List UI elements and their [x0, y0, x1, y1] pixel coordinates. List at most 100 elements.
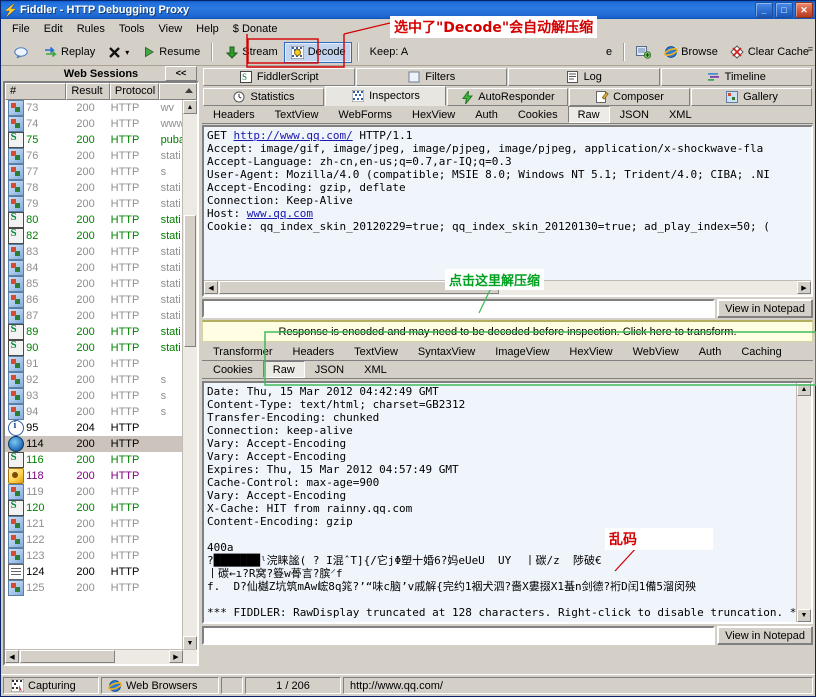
- table-row[interactable]: 85 200 HTTP stati: [5, 276, 197, 292]
- response-find-field[interactable]: [204, 628, 714, 643]
- replay-button[interactable]: Replay: [37, 42, 101, 63]
- scroll-up-icon[interactable]: ▲: [183, 100, 197, 114]
- request-find-input[interactable]: [202, 299, 716, 318]
- menu-donate[interactable]: $ Donate: [226, 21, 285, 37]
- maximize-button[interactable]: □: [775, 2, 793, 18]
- table-row[interactable]: 121 200 HTTP: [5, 516, 197, 532]
- response-tab-headers[interactable]: Headers: [283, 343, 345, 360]
- table-row[interactable]: 74 200 HTTP www: [5, 116, 197, 132]
- decode-notice-bar[interactable]: Response is encoded and may need to be d…: [202, 320, 813, 342]
- close-button[interactable]: ✕: [795, 2, 813, 18]
- request-view-in-notepad-button[interactable]: View in Notepad: [717, 299, 813, 318]
- request-tab-textview[interactable]: TextView: [265, 106, 329, 123]
- table-row[interactable]: 118 200 HTTP: [5, 468, 197, 484]
- column-header-result[interactable]: Result: [66, 83, 110, 100]
- request-find-field[interactable]: [204, 301, 714, 316]
- response-tab-xml[interactable]: XML: [354, 361, 397, 378]
- table-row[interactable]: 79 200 HTTP stati: [5, 196, 197, 212]
- menu-edit[interactable]: Edit: [37, 21, 70, 37]
- response-tab-json[interactable]: JSON: [305, 361, 354, 378]
- tab-filters[interactable]: Filters: [355, 68, 507, 86]
- response-scroll-down-icon[interactable]: ▼: [797, 609, 811, 622]
- response-tab-textview[interactable]: TextView: [344, 343, 408, 360]
- table-row[interactable]: 82200HTTPstati: [5, 227, 197, 244]
- request-tab-hexview[interactable]: HexView: [402, 106, 465, 123]
- tab-gallery[interactable]: Gallery: [691, 88, 812, 106]
- decode-button[interactable]: Decode: [283, 41, 352, 63]
- sessions-horizontal-scrollbar[interactable]: ◀ ▶: [5, 649, 197, 664]
- table-row[interactable]: 95 204 HTTP: [5, 420, 197, 436]
- response-tab-hexview[interactable]: HexView: [559, 343, 622, 360]
- request-tab-webforms[interactable]: WebForms: [328, 106, 402, 123]
- table-row[interactable]: 122 200 HTTP: [5, 532, 197, 548]
- request-h-thumb[interactable]: [219, 281, 499, 294]
- table-row[interactable]: 125 200 HTTP: [5, 580, 197, 596]
- tab-autoresponder[interactable]: AutoResponder: [447, 88, 568, 106]
- tab-log[interactable]: Log: [508, 68, 660, 86]
- table-row[interactable]: 90200HTTPstati: [5, 339, 197, 356]
- request-tab-json[interactable]: JSON: [610, 106, 659, 123]
- tab-composer[interactable]: Composer: [569, 88, 690, 106]
- table-row[interactable]: 92 200 HTTP s: [5, 372, 197, 388]
- tab-fiddlerscript[interactable]: S FiddlerScript: [203, 68, 355, 86]
- table-row[interactable]: 94 200 HTTP s: [5, 404, 197, 420]
- response-tab-transformer[interactable]: Transformer: [203, 343, 283, 360]
- tab-statistics[interactable]: Statistics: [203, 88, 324, 106]
- table-row[interactable]: 119 200 HTTP: [5, 484, 197, 500]
- table-row[interactable]: 80200HTTPstati: [5, 211, 197, 228]
- sessions-row-list[interactable]: 73200HTTPwv74200HTTPwww75200HTTPpuba7620…: [5, 100, 197, 664]
- menu-view[interactable]: View: [152, 21, 190, 37]
- table-row[interactable]: 86 200 HTTP stati: [5, 292, 197, 308]
- table-row[interactable]: 124 200 HTTP: [5, 564, 197, 580]
- menu-tools[interactable]: Tools: [112, 21, 152, 37]
- browse-button[interactable]: Browse: [657, 42, 724, 63]
- column-header-host[interactable]: [159, 83, 197, 100]
- clear-cache-button[interactable]: Clear Cache: [724, 42, 815, 63]
- scrollbar-thumb[interactable]: [184, 215, 196, 347]
- process-filter-status[interactable]: Web Browsers: [101, 677, 219, 694]
- scroll-down-icon[interactable]: ▼: [183, 636, 197, 650]
- response-view-in-notepad-button[interactable]: View in Notepad: [717, 626, 813, 645]
- capturing-status[interactable]: Capturing: [3, 677, 99, 694]
- request-tab-raw[interactable]: Raw: [567, 106, 610, 123]
- table-row[interactable]: 89200HTTPstati: [5, 323, 197, 340]
- request-host-link[interactable]: www.qq.com: [247, 207, 313, 220]
- table-row[interactable]: 114 200 HTTP: [5, 436, 197, 452]
- menu-rules[interactable]: Rules: [70, 21, 112, 37]
- minimize-button[interactable]: _: [755, 2, 773, 18]
- response-find-input[interactable]: [202, 626, 716, 645]
- table-row[interactable]: 77 200 HTTP s: [5, 164, 197, 180]
- comment-button[interactable]: [7, 42, 37, 63]
- response-scroll-up-icon[interactable]: ▲: [797, 383, 811, 396]
- request-tab-auth[interactable]: Auth: [465, 106, 508, 123]
- table-row[interactable]: 93 200 HTTP s: [5, 388, 197, 404]
- response-tab-imageview[interactable]: ImageView: [485, 343, 559, 360]
- request-tab-xml[interactable]: XML: [659, 106, 702, 123]
- table-row[interactable]: 73 200 HTTP wv: [5, 100, 197, 116]
- tab-timeline[interactable]: Timeline: [660, 68, 812, 86]
- table-row[interactable]: 123 200 HTTP: [5, 548, 197, 564]
- table-row[interactable]: 84 200 HTTP stati: [5, 260, 197, 276]
- request-horizontal-scrollbar[interactable]: ◀ ▶: [204, 280, 811, 295]
- table-row[interactable]: 83 200 HTTP stati: [5, 244, 197, 260]
- scroll-left-icon[interactable]: ◀: [5, 650, 19, 663]
- response-tab-caching[interactable]: Caching: [731, 343, 791, 360]
- table-row[interactable]: 91 200 HTTP: [5, 356, 197, 372]
- resume-button[interactable]: Resume: [135, 42, 206, 63]
- request-scroll-left-icon[interactable]: ◀: [204, 281, 218, 294]
- chevron-down-icon[interactable]: ▾: [125, 48, 129, 57]
- response-vertical-scrollbar[interactable]: ▲ ▼: [796, 383, 811, 622]
- request-tab-cookies[interactable]: Cookies: [508, 106, 568, 123]
- column-header-id[interactable]: #: [5, 83, 67, 100]
- h-scrollbar-thumb[interactable]: [20, 650, 115, 663]
- table-row[interactable]: 87 200 HTTP stati: [5, 308, 197, 324]
- sessions-grid[interactable]: # Result Protocol 73 200 HTTP wv 74 200 HTTP ww…: [3, 81, 199, 666]
- find-session-button[interactable]: [630, 42, 657, 63]
- table-row[interactable]: 116 200 HTTP: [5, 451, 197, 468]
- response-tab-webview[interactable]: WebView: [623, 343, 689, 360]
- menu-file[interactable]: File: [5, 21, 37, 37]
- response-raw-viewer[interactable]: Date: Thu, 15 Mar 2012 04:42:49 GMT Cont…: [202, 381, 813, 624]
- table-row[interactable]: 75200HTTPpuba: [5, 131, 197, 148]
- response-tab-syntaxview[interactable]: SyntaxView: [408, 343, 485, 360]
- menu-help[interactable]: Help: [189, 21, 226, 37]
